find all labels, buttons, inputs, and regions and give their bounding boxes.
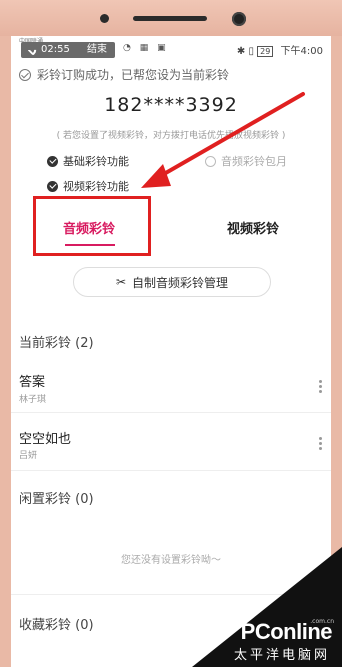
front-camera: [232, 12, 246, 26]
sensor-dot: [100, 14, 109, 23]
watermark-subtitle: 太平洋电脑网: [233, 648, 330, 663]
phone-bezel: [0, 0, 342, 36]
watermark-logo: PConline: [240, 619, 333, 644]
earpiece-speaker: [133, 16, 207, 21]
